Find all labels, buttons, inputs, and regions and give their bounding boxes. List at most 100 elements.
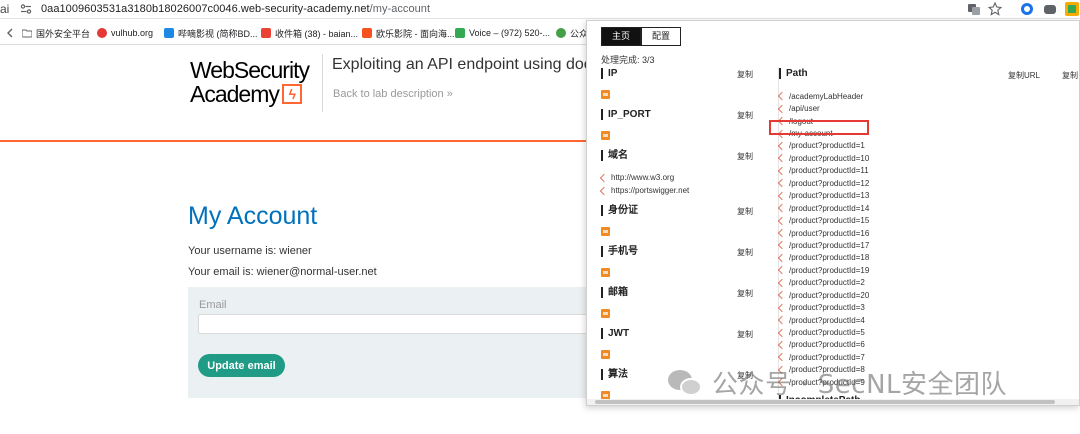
path-item[interactable]: /product?productId=17 <box>777 239 870 251</box>
bookmark-item[interactable]: 欧乐影院 - 面向海... <box>362 26 455 40</box>
path-text: /product?productId=3 <box>789 303 865 313</box>
path-item[interactable]: /product?productId=4 <box>777 314 869 326</box>
copy-url-button[interactable]: 复制URL <box>1008 70 1040 81</box>
tab-config[interactable]: 配置 <box>641 27 682 46</box>
chevron-left-icon <box>777 278 787 288</box>
copy-button[interactable]: 复制 <box>737 110 753 121</box>
path-item[interactable]: /product?productId=7 <box>777 351 869 363</box>
path-item[interactable]: /product?productId=11 <box>777 165 869 177</box>
logo-bolt-icon: ϟ <box>281 84 302 104</box>
vulhub-icon <box>97 28 107 38</box>
translate-icon[interactable] <box>967 2 981 16</box>
wechat-logo-icon <box>668 368 704 398</box>
status-badge-icon <box>601 309 610 318</box>
path-text: /product?productId=17 <box>789 240 870 250</box>
popup-tabs: 主页 配置 <box>601 27 682 46</box>
address-bar[interactable]: ai 0aa1009603531a3180b18026007c0046.web-… <box>0 0 1080 19</box>
path-text: /product?productId=7 <box>789 352 865 362</box>
bookmark-label: 国外安全平台 <box>36 28 91 39</box>
section-title: 身份证 <box>601 205 638 216</box>
bookmark-label: 收件箱 (38) - baian... <box>275 28 359 39</box>
tab-home[interactable]: 主页 <box>601 27 642 46</box>
extension-cloud-icon[interactable] <box>1043 2 1057 16</box>
back-to-lab-link[interactable]: Back to lab description » <box>333 88 453 100</box>
path-item[interactable]: /api/user <box>777 102 869 114</box>
copy-button[interactable]: 复制 <box>737 247 753 258</box>
chevron-left-icon <box>599 186 609 195</box>
path-text: /academyLabHeader <box>789 91 864 101</box>
update-email-button[interactable]: Update email <box>198 354 285 377</box>
domain-item[interactable]: https://portswigger.net <box>599 186 689 195</box>
path-item[interactable]: /academyLabHeader <box>777 90 869 102</box>
extension-active-icon[interactable] <box>1065 2 1079 16</box>
section-title: 域名 <box>601 150 628 161</box>
path-title: Path <box>779 68 808 79</box>
path-item[interactable]: /product?productId=16 <box>777 227 869 239</box>
wechat-icon <box>556 28 566 38</box>
domain-item[interactable]: http://www.w3.org <box>599 173 674 182</box>
path-item[interactable]: /product?productId=6 <box>777 339 869 351</box>
path-item[interactable]: /product?productId=2 <box>777 277 869 289</box>
header-divider <box>322 54 323 112</box>
path-item[interactable]: /product?productId=15 <box>777 214 870 226</box>
update-email-form: Email Update email <box>188 287 588 398</box>
copy-button[interactable]: 复制 <box>1062 70 1078 81</box>
status-badge-icon <box>601 90 610 99</box>
extension-circle-icon[interactable] <box>1020 2 1034 16</box>
web-security-academy-logo[interactable]: WebSecurity Academy ϟ <box>190 58 320 108</box>
path-text: /product?productId=5 <box>789 328 865 338</box>
chevron-left-icon <box>777 303 787 312</box>
chevron-left-icon <box>777 340 787 350</box>
url-text[interactable]: 0aa1009603531a3180b18026007c0046.web-sec… <box>41 3 430 15</box>
chevron-left-icon <box>599 173 609 182</box>
section-title: IP <box>601 68 617 79</box>
path-text: /product?productId=10 <box>789 153 870 163</box>
section-jwt: JWT 复制 <box>601 327 771 368</box>
bookmark-star-icon[interactable] <box>988 2 1002 16</box>
bookmark-label: Voice – (972) 520-... <box>469 28 551 38</box>
path-item[interactable]: /product?productId=12 <box>777 177 869 189</box>
path-item[interactable]: /product?productId=5 <box>777 326 869 338</box>
bookmark-label: 哔嘀影视 (简称BD... <box>178 28 258 39</box>
copy-button[interactable]: 复制 <box>737 206 753 217</box>
section-title: 算法 <box>601 369 628 380</box>
chevron-left-icon <box>777 91 787 101</box>
path-item[interactable]: /product?productId=10 <box>777 152 870 164</box>
section-title: 邮箱 <box>601 287 628 298</box>
path-text: /product?productId=15 <box>789 216 870 226</box>
chevron-left-icon <box>777 216 787 225</box>
address-lead: ai <box>0 2 10 16</box>
section-ip: IP 复制 <box>601 67 771 108</box>
path-item[interactable]: /product?productId=19 <box>777 264 869 276</box>
chevron-left-icon <box>777 179 787 188</box>
path-item[interactable]: /product?productId=3 <box>777 301 869 313</box>
copy-button[interactable]: 复制 <box>737 288 753 299</box>
copy-button[interactable]: 复制 <box>737 151 753 162</box>
bookmark-item[interactable]: 国外安全平台 <box>22 26 90 40</box>
path-item[interactable]: /product?productId=1 <box>777 140 869 152</box>
bookmark-item[interactable]: Voice – (972) 520-... <box>455 26 550 40</box>
status-badge-icon <box>601 268 610 277</box>
chevron-left-icon <box>777 266 787 275</box>
bookmark-item[interactable]: 收件箱 (38) - baian... <box>261 26 358 40</box>
email-input[interactable] <box>198 314 588 334</box>
path-text: /product?productId=20 <box>789 290 870 300</box>
bookmark-item[interactable]: 哔嘀影视 (简称BD... <box>164 26 258 40</box>
copy-button[interactable]: 复制 <box>737 329 753 340</box>
path-item[interactable]: /product?productId=18 <box>777 252 869 264</box>
lab-title: Exploiting an API endpoint using doc <box>332 56 592 73</box>
path-item[interactable]: /product?productId=13 <box>777 190 869 202</box>
chevron-left-icon <box>777 154 787 163</box>
bookmark-item[interactable]: 公众 <box>556 26 588 40</box>
path-item[interactable]: /product?productId=14 <box>777 202 869 214</box>
bookmark-item[interactable]: vulhub.org <box>97 26 153 40</box>
section-email: 邮箱 复制 <box>601 286 771 327</box>
cinema-icon <box>362 28 372 38</box>
path-item[interactable]: /product?productId=20 <box>777 289 870 301</box>
copy-button[interactable]: 复制 <box>737 69 753 80</box>
bookmark-label: 欧乐影院 - 面向海... <box>376 28 455 39</box>
site-info-icon[interactable] <box>20 3 32 15</box>
chevron-left-icon <box>777 353 787 362</box>
chevron-left-icon <box>777 104 787 113</box>
bookmark-folder-apps[interactable] <box>6 26 14 40</box>
